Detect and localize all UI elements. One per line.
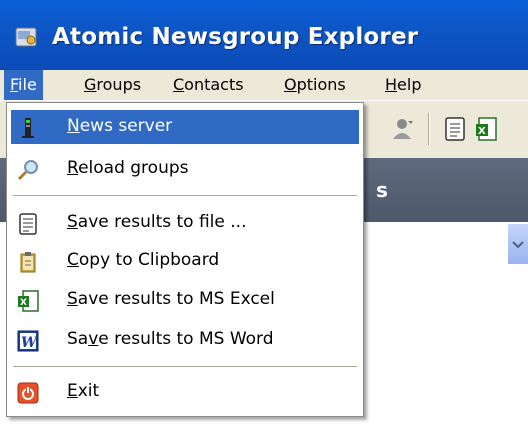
menu-item-save-to-word[interactable]: W Save results to MS Word (11, 323, 359, 357)
file-menu: News server Reload groups Save results t… (6, 102, 364, 417)
window-title: Atomic Newsgroup Explorer (52, 24, 419, 50)
toolbar-separator (428, 113, 429, 145)
power-icon (17, 382, 39, 404)
menu-file[interactable]: File (4, 70, 43, 100)
panel-header-label: s (376, 178, 388, 202)
notepad-icon[interactable] (442, 115, 468, 143)
menu-item-copy-to-clipboard[interactable]: Copy to Clipboard (11, 244, 359, 278)
clipboard-icon (20, 252, 36, 273)
menu-item-reload-groups[interactable]: Reload groups (11, 152, 359, 186)
server-icon (22, 118, 34, 138)
menu-options[interactable]: Options (278, 70, 352, 100)
menu-item-save-to-excel[interactable]: X Save results to MS Excel (11, 283, 359, 317)
menu-item-exit[interactable]: Exit (11, 375, 359, 409)
title-bar[interactable]: Atomic Newsgroup Explorer (0, 0, 528, 70)
menu-help[interactable]: Help (379, 70, 427, 100)
contact-icon[interactable] (390, 115, 416, 143)
search-icon (17, 160, 38, 181)
combo-dropdown-button[interactable] (507, 224, 528, 264)
menu-separator (13, 195, 357, 196)
menu-item-save-to-file[interactable]: Save results to file ... (11, 206, 359, 240)
svg-text:W: W (21, 335, 38, 351)
menu-contacts[interactable]: Contacts (167, 70, 250, 100)
menu-item-news-server[interactable]: News server (11, 110, 359, 144)
menu-bar: File Groups Contacts Options Help (0, 70, 528, 100)
chevron-down-icon (512, 241, 524, 249)
word-icon: W (17, 330, 39, 352)
svg-text:X: X (478, 126, 486, 137)
menu-groups[interactable]: Groups (78, 70, 147, 100)
menu-separator (13, 366, 357, 367)
app-icon (15, 27, 37, 47)
excel-icon[interactable]: X (474, 115, 500, 143)
notepad-icon (19, 213, 37, 235)
app-window: Atomic Newsgroup Explorer File Groups Co… (0, 0, 528, 425)
svg-text:X: X (20, 298, 27, 308)
excel-icon: X (18, 290, 39, 312)
